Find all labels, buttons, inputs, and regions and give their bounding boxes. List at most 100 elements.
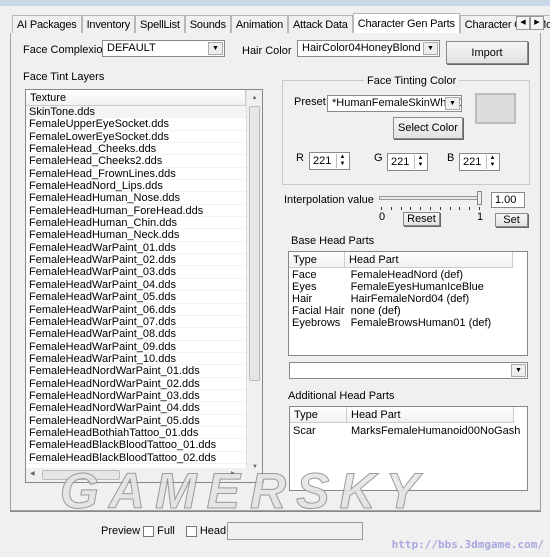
g-spinner[interactable]: 221 ▲ ▼ xyxy=(387,153,428,171)
list-item[interactable]: FemaleHead_FrownLines.dds xyxy=(26,168,246,181)
list-item[interactable]: FemaleLowerEyeSocket.dds xyxy=(26,131,246,144)
hair-color-value: HairColor04HoneyBlond xyxy=(302,42,421,54)
list-item[interactable]: FemaleHeadWarPaint_06.dds xyxy=(26,304,246,316)
interpolation-label: Interpolation value xyxy=(284,194,374,206)
tab-scroll-left-button[interactable]: ◀ xyxy=(516,16,530,30)
g-label: G xyxy=(374,152,383,164)
slider-tick xyxy=(400,207,402,210)
list-item[interactable]: FemaleHeadWarPaint_10.dds xyxy=(26,353,246,366)
list-item[interactable]: FemaleHeadNordWarPaint_01.dds xyxy=(26,365,246,378)
list-item[interactable]: FemaleHeadHuman_ForeHead.dds xyxy=(26,205,246,218)
tab-strip: AI Packages Inventory SpellList Sounds Anima… xyxy=(12,13,550,34)
list-item[interactable]: FemaleHeadBothiahTattoo_01.dds xyxy=(26,427,246,440)
texture-column-header[interactable]: Texture xyxy=(26,90,246,106)
slider-tick xyxy=(479,207,480,210)
tab-scroll-right-button[interactable]: ▶ xyxy=(530,16,544,30)
face-tint-layers-list[interactable]: Texture SkinTone.dds FemaleUpperEyeSocket… xyxy=(25,89,263,483)
type-cell: Face xyxy=(292,269,317,281)
list-item[interactable]: FemaleHeadWarPaint_07.dds xyxy=(26,316,246,329)
table-row[interactable]: Face FemaleHeadNord (def) xyxy=(289,269,494,281)
preview-field[interactable] xyxy=(227,522,363,540)
hair-color-select[interactable]: HairColor04HoneyBlond ▼ xyxy=(297,40,440,57)
spinner-arrows-icon[interactable]: ▲ ▼ xyxy=(414,155,426,169)
table-row[interactable]: Facial Hair none (def) xyxy=(289,305,494,317)
spinner-arrows-icon[interactable]: ▲ ▼ xyxy=(486,155,498,169)
list-item[interactable]: FemaleHeadNordWarPaint_03.dds xyxy=(26,390,246,403)
tab-scroll: ◀ ▶ xyxy=(516,16,544,30)
tab-sounds[interactable]: Sounds xyxy=(184,15,231,34)
full-checkbox[interactable] xyxy=(143,525,155,537)
tab-animation[interactable]: Animation xyxy=(230,15,289,34)
head-part-select[interactable]: ▼ xyxy=(289,362,528,379)
slider-max-label: 1 xyxy=(477,211,484,223)
list-item[interactable]: FemaleHeadNordWarPaint_02.dds xyxy=(26,378,246,390)
list-item[interactable]: FemaleHeadWarPaint_04.dds xyxy=(26,279,246,292)
tab-spelllist[interactable]: SpellList xyxy=(135,15,185,34)
list-item[interactable]: FemaleHead_Cheeks.dds xyxy=(26,143,246,156)
watermark: GAMERSKY xyxy=(60,463,429,520)
list-item[interactable]: FemaleHeadWarPaint_08.dds xyxy=(26,328,246,341)
slider-tick xyxy=(459,207,461,210)
list-item[interactable]: FemaleUpperEyeSocket.dds xyxy=(26,118,246,131)
b-value: 221 xyxy=(463,156,482,168)
preview-row: Preview Full Head xyxy=(101,525,226,537)
chevron-down-icon: ▼ xyxy=(423,42,438,55)
type-cell: Facial Hair xyxy=(292,305,345,317)
preset-select[interactable]: *HumanFemaleSkinWhite01 ▼ xyxy=(327,95,462,112)
interpolation-value-field[interactable]: 1.00 xyxy=(491,192,525,208)
type-column-header[interactable]: Type xyxy=(290,407,347,422)
tab-inventory[interactable]: Inventory xyxy=(81,15,136,34)
head-checkbox[interactable] xyxy=(185,525,197,537)
type-cell: Scar xyxy=(293,425,316,437)
color-swatch[interactable] xyxy=(475,93,516,124)
reset-button[interactable]: Reset xyxy=(403,212,440,226)
head-part-column-header[interactable]: Head Part xyxy=(347,407,514,422)
face-complexion-label: Face Complexion xyxy=(23,44,109,56)
list-item[interactable]: FemaleHeadWarPaint_02.dds xyxy=(26,254,246,267)
table-row[interactable]: Hair HairFemaleNord04 (def) xyxy=(289,293,494,305)
head-part-column-header[interactable]: Head Part xyxy=(345,252,513,267)
slider-tick xyxy=(381,207,382,210)
list-item[interactable]: FemaleHeadWarPaint_09.dds xyxy=(26,341,246,353)
type-column-header[interactable]: Type xyxy=(289,252,345,267)
list-item[interactable]: FemaleHeadWarPaint_05.dds xyxy=(26,291,246,304)
list-item[interactable]: FemaleHead_Cheeks2.dds xyxy=(26,155,246,168)
r-spinner[interactable]: 221 ▲ ▼ xyxy=(309,152,350,170)
list-item[interactable]: FemaleHeadBlackBloodTattoo_01.dds xyxy=(26,439,246,452)
tab-ai-packages[interactable]: AI Packages xyxy=(12,15,82,34)
face-complexion-select[interactable]: DEFAULT ▼ xyxy=(102,40,225,57)
scrollbar-thumb[interactable] xyxy=(249,106,260,381)
list-item[interactable]: FemaleHeadWarPaint_03.dds xyxy=(26,266,246,279)
set-button[interactable]: Set xyxy=(495,213,528,227)
type-cell: Hair xyxy=(292,293,313,305)
list-item[interactable]: FemaleHeadWarPaint_01.dds xyxy=(26,242,246,255)
chevron-down-icon: ▼ xyxy=(445,97,460,110)
chevron-down-icon: ▼ xyxy=(208,42,223,55)
import-button[interactable]: Import xyxy=(446,41,528,64)
head-part-cell: FemaleHeadNord (def) xyxy=(350,269,464,281)
spinner-arrows-icon[interactable]: ▲ ▼ xyxy=(336,154,348,168)
base-head-parts-table[interactable]: Type Head Part Face FemaleHeadNord (def) E… xyxy=(288,251,528,356)
table-row[interactable]: Eyebrows FemaleBrowsHuman01 (def) xyxy=(289,317,494,329)
tab-character-gen-parts[interactable]: Character Gen Parts xyxy=(352,13,460,34)
list-item[interactable]: SkinTone.dds xyxy=(26,106,246,119)
list-item[interactable]: FemaleHeadNordWarPaint_05.dds xyxy=(26,415,246,427)
list-item[interactable]: FemaleHeadHuman_Nose.dds xyxy=(26,192,246,205)
vertical-scrollbar[interactable]: ▲ ▼ xyxy=(246,90,262,470)
interpolation-slider[interactable] xyxy=(379,196,481,200)
list-item[interactable]: FemaleHeadHuman_Chin.dds xyxy=(26,217,246,230)
table-row[interactable]: Eyes FemaleEyesHumanIceBlue xyxy=(289,281,494,293)
table-row[interactable]: Scar MarksFemaleHumanoid00NoGash xyxy=(290,425,523,437)
watermark-url: http://bbs.3dmgame.com/ xyxy=(391,538,544,551)
tab-attack-data[interactable]: Attack Data xyxy=(288,15,353,34)
base-head-parts-label: Base Head Parts xyxy=(291,235,375,247)
list-item[interactable]: FemaleHeadHuman_Neck.dds xyxy=(26,229,246,242)
full-label: Full xyxy=(157,525,175,537)
head-label: Head xyxy=(199,525,227,537)
slider-thumb[interactable] xyxy=(477,191,482,205)
b-label: B xyxy=(447,152,455,164)
list-item[interactable]: FemaleHeadNordWarPaint_04.dds xyxy=(26,402,246,415)
list-item[interactable]: FemaleHeadNord_Lips.dds xyxy=(26,180,246,193)
select-color-button[interactable]: Select Color xyxy=(393,117,463,139)
b-spinner[interactable]: 221 ▲ ▼ xyxy=(459,153,500,171)
